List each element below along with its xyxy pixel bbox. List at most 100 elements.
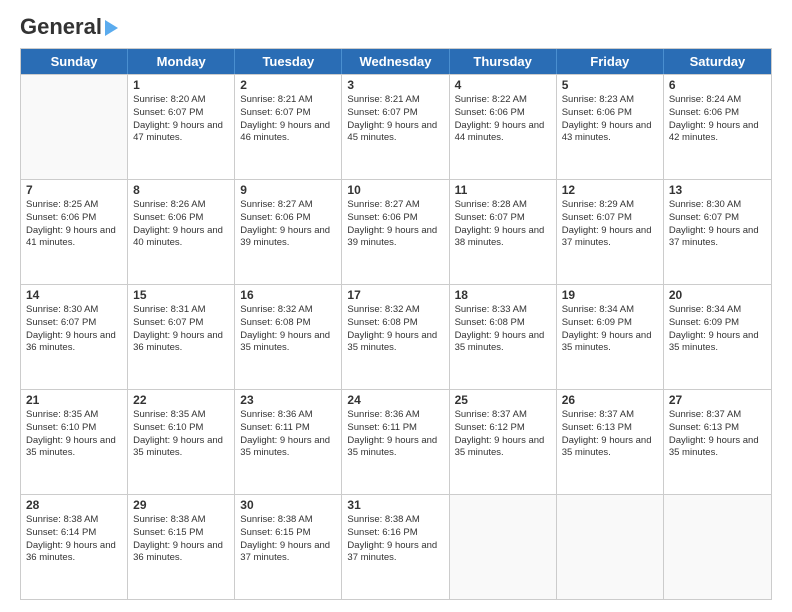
daylight-text: Daylight: 9 hours and 42 minutes. [669, 120, 766, 146]
sunrise-text: Sunrise: 8:22 AM [455, 94, 551, 107]
day-number: 12 [562, 183, 658, 197]
calendar-cell-4-6: 26 Sunrise: 8:37 AM Sunset: 6:13 PM Dayl… [557, 390, 664, 494]
sunrise-text: Sunrise: 8:31 AM [133, 304, 229, 317]
calendar-cell-3-5: 18 Sunrise: 8:33 AM Sunset: 6:08 PM Dayl… [450, 285, 557, 389]
sunset-text: Sunset: 6:15 PM [240, 527, 336, 540]
calendar-week-row-1: 1 Sunrise: 8:20 AM Sunset: 6:07 PM Dayli… [21, 74, 771, 179]
daylight-text: Daylight: 9 hours and 39 minutes. [347, 225, 443, 251]
sunset-text: Sunset: 6:08 PM [455, 317, 551, 330]
sunset-text: Sunset: 6:10 PM [26, 422, 122, 435]
sunset-text: Sunset: 6:07 PM [562, 212, 658, 225]
sunset-text: Sunset: 6:12 PM [455, 422, 551, 435]
day-number: 20 [669, 288, 766, 302]
daylight-text: Daylight: 9 hours and 35 minutes. [26, 435, 122, 461]
header-saturday: Saturday [664, 49, 771, 74]
cell-info: Sunrise: 8:35 AM Sunset: 6:10 PM Dayligh… [133, 409, 229, 460]
cell-info: Sunrise: 8:22 AM Sunset: 6:06 PM Dayligh… [455, 94, 551, 145]
sunrise-text: Sunrise: 8:32 AM [240, 304, 336, 317]
daylight-text: Daylight: 9 hours and 37 minutes. [240, 540, 336, 566]
sunrise-text: Sunrise: 8:38 AM [133, 514, 229, 527]
calendar-header-row: Sunday Monday Tuesday Wednesday Thursday… [21, 49, 771, 74]
sunset-text: Sunset: 6:14 PM [26, 527, 122, 540]
day-number: 16 [240, 288, 336, 302]
sunset-text: Sunset: 6:08 PM [347, 317, 443, 330]
cell-info: Sunrise: 8:35 AM Sunset: 6:10 PM Dayligh… [26, 409, 122, 460]
cell-info: Sunrise: 8:32 AM Sunset: 6:08 PM Dayligh… [240, 304, 336, 355]
calendar-cell-4-1: 21 Sunrise: 8:35 AM Sunset: 6:10 PM Dayl… [21, 390, 128, 494]
cell-info: Sunrise: 8:34 AM Sunset: 6:09 PM Dayligh… [669, 304, 766, 355]
sunset-text: Sunset: 6:06 PM [133, 212, 229, 225]
calendar-cell-3-2: 15 Sunrise: 8:31 AM Sunset: 6:07 PM Dayl… [128, 285, 235, 389]
daylight-text: Daylight: 9 hours and 36 minutes. [133, 330, 229, 356]
daylight-text: Daylight: 9 hours and 37 minutes. [347, 540, 443, 566]
calendar-cell-1-6: 5 Sunrise: 8:23 AM Sunset: 6:06 PM Dayli… [557, 75, 664, 179]
day-number: 19 [562, 288, 658, 302]
sunrise-text: Sunrise: 8:37 AM [455, 409, 551, 422]
daylight-text: Daylight: 9 hours and 47 minutes. [133, 120, 229, 146]
sunset-text: Sunset: 6:16 PM [347, 527, 443, 540]
calendar-cell-3-7: 20 Sunrise: 8:34 AM Sunset: 6:09 PM Dayl… [664, 285, 771, 389]
day-number: 11 [455, 183, 551, 197]
day-number: 6 [669, 78, 766, 92]
calendar: Sunday Monday Tuesday Wednesday Thursday… [20, 48, 772, 600]
calendar-cell-3-4: 17 Sunrise: 8:32 AM Sunset: 6:08 PM Dayl… [342, 285, 449, 389]
cell-info: Sunrise: 8:34 AM Sunset: 6:09 PM Dayligh… [562, 304, 658, 355]
cell-info: Sunrise: 8:28 AM Sunset: 6:07 PM Dayligh… [455, 199, 551, 250]
cell-info: Sunrise: 8:21 AM Sunset: 6:07 PM Dayligh… [240, 94, 336, 145]
cell-info: Sunrise: 8:24 AM Sunset: 6:06 PM Dayligh… [669, 94, 766, 145]
calendar-cell-5-2: 29 Sunrise: 8:38 AM Sunset: 6:15 PM Dayl… [128, 495, 235, 599]
header-wednesday: Wednesday [342, 49, 449, 74]
day-number: 26 [562, 393, 658, 407]
cell-info: Sunrise: 8:27 AM Sunset: 6:06 PM Dayligh… [240, 199, 336, 250]
cell-info: Sunrise: 8:38 AM Sunset: 6:15 PM Dayligh… [240, 514, 336, 565]
calendar-week-row-4: 21 Sunrise: 8:35 AM Sunset: 6:10 PM Dayl… [21, 389, 771, 494]
cell-info: Sunrise: 8:38 AM Sunset: 6:14 PM Dayligh… [26, 514, 122, 565]
daylight-text: Daylight: 9 hours and 35 minutes. [240, 435, 336, 461]
cell-info: Sunrise: 8:31 AM Sunset: 6:07 PM Dayligh… [133, 304, 229, 355]
daylight-text: Daylight: 9 hours and 39 minutes. [240, 225, 336, 251]
sunrise-text: Sunrise: 8:28 AM [455, 199, 551, 212]
daylight-text: Daylight: 9 hours and 35 minutes. [455, 330, 551, 356]
cell-info: Sunrise: 8:30 AM Sunset: 6:07 PM Dayligh… [26, 304, 122, 355]
sunset-text: Sunset: 6:06 PM [240, 212, 336, 225]
daylight-text: Daylight: 9 hours and 43 minutes. [562, 120, 658, 146]
day-number: 7 [26, 183, 122, 197]
calendar-cell-4-2: 22 Sunrise: 8:35 AM Sunset: 6:10 PM Dayl… [128, 390, 235, 494]
daylight-text: Daylight: 9 hours and 35 minutes. [347, 330, 443, 356]
sunset-text: Sunset: 6:06 PM [562, 107, 658, 120]
sunset-text: Sunset: 6:13 PM [669, 422, 766, 435]
day-number: 22 [133, 393, 229, 407]
daylight-text: Daylight: 9 hours and 46 minutes. [240, 120, 336, 146]
day-number: 25 [455, 393, 551, 407]
calendar-cell-2-3: 9 Sunrise: 8:27 AM Sunset: 6:06 PM Dayli… [235, 180, 342, 284]
sunrise-text: Sunrise: 8:30 AM [669, 199, 766, 212]
sunrise-text: Sunrise: 8:38 AM [240, 514, 336, 527]
sunset-text: Sunset: 6:07 PM [455, 212, 551, 225]
daylight-text: Daylight: 9 hours and 35 minutes. [669, 435, 766, 461]
cell-info: Sunrise: 8:25 AM Sunset: 6:06 PM Dayligh… [26, 199, 122, 250]
daylight-text: Daylight: 9 hours and 35 minutes. [562, 330, 658, 356]
calendar-cell-4-4: 24 Sunrise: 8:36 AM Sunset: 6:11 PM Dayl… [342, 390, 449, 494]
day-number: 29 [133, 498, 229, 512]
header-sunday: Sunday [21, 49, 128, 74]
calendar-cell-2-2: 8 Sunrise: 8:26 AM Sunset: 6:06 PM Dayli… [128, 180, 235, 284]
calendar-week-row-2: 7 Sunrise: 8:25 AM Sunset: 6:06 PM Dayli… [21, 179, 771, 284]
daylight-text: Daylight: 9 hours and 35 minutes. [347, 435, 443, 461]
day-number: 31 [347, 498, 443, 512]
day-number: 23 [240, 393, 336, 407]
daylight-text: Daylight: 9 hours and 38 minutes. [455, 225, 551, 251]
sunset-text: Sunset: 6:07 PM [240, 107, 336, 120]
calendar-cell-5-5 [450, 495, 557, 599]
sunrise-text: Sunrise: 8:32 AM [347, 304, 443, 317]
daylight-text: Daylight: 9 hours and 35 minutes. [133, 435, 229, 461]
calendar-week-row-5: 28 Sunrise: 8:38 AM Sunset: 6:14 PM Dayl… [21, 494, 771, 599]
calendar-cell-2-7: 13 Sunrise: 8:30 AM Sunset: 6:07 PM Dayl… [664, 180, 771, 284]
daylight-text: Daylight: 9 hours and 35 minutes. [562, 435, 658, 461]
cell-info: Sunrise: 8:23 AM Sunset: 6:06 PM Dayligh… [562, 94, 658, 145]
calendar-cell-3-3: 16 Sunrise: 8:32 AM Sunset: 6:08 PM Dayl… [235, 285, 342, 389]
header-thursday: Thursday [450, 49, 557, 74]
calendar-cell-4-3: 23 Sunrise: 8:36 AM Sunset: 6:11 PM Dayl… [235, 390, 342, 494]
calendar-cell-5-7 [664, 495, 771, 599]
cell-info: Sunrise: 8:37 AM Sunset: 6:12 PM Dayligh… [455, 409, 551, 460]
calendar-cell-5-3: 30 Sunrise: 8:38 AM Sunset: 6:15 PM Dayl… [235, 495, 342, 599]
